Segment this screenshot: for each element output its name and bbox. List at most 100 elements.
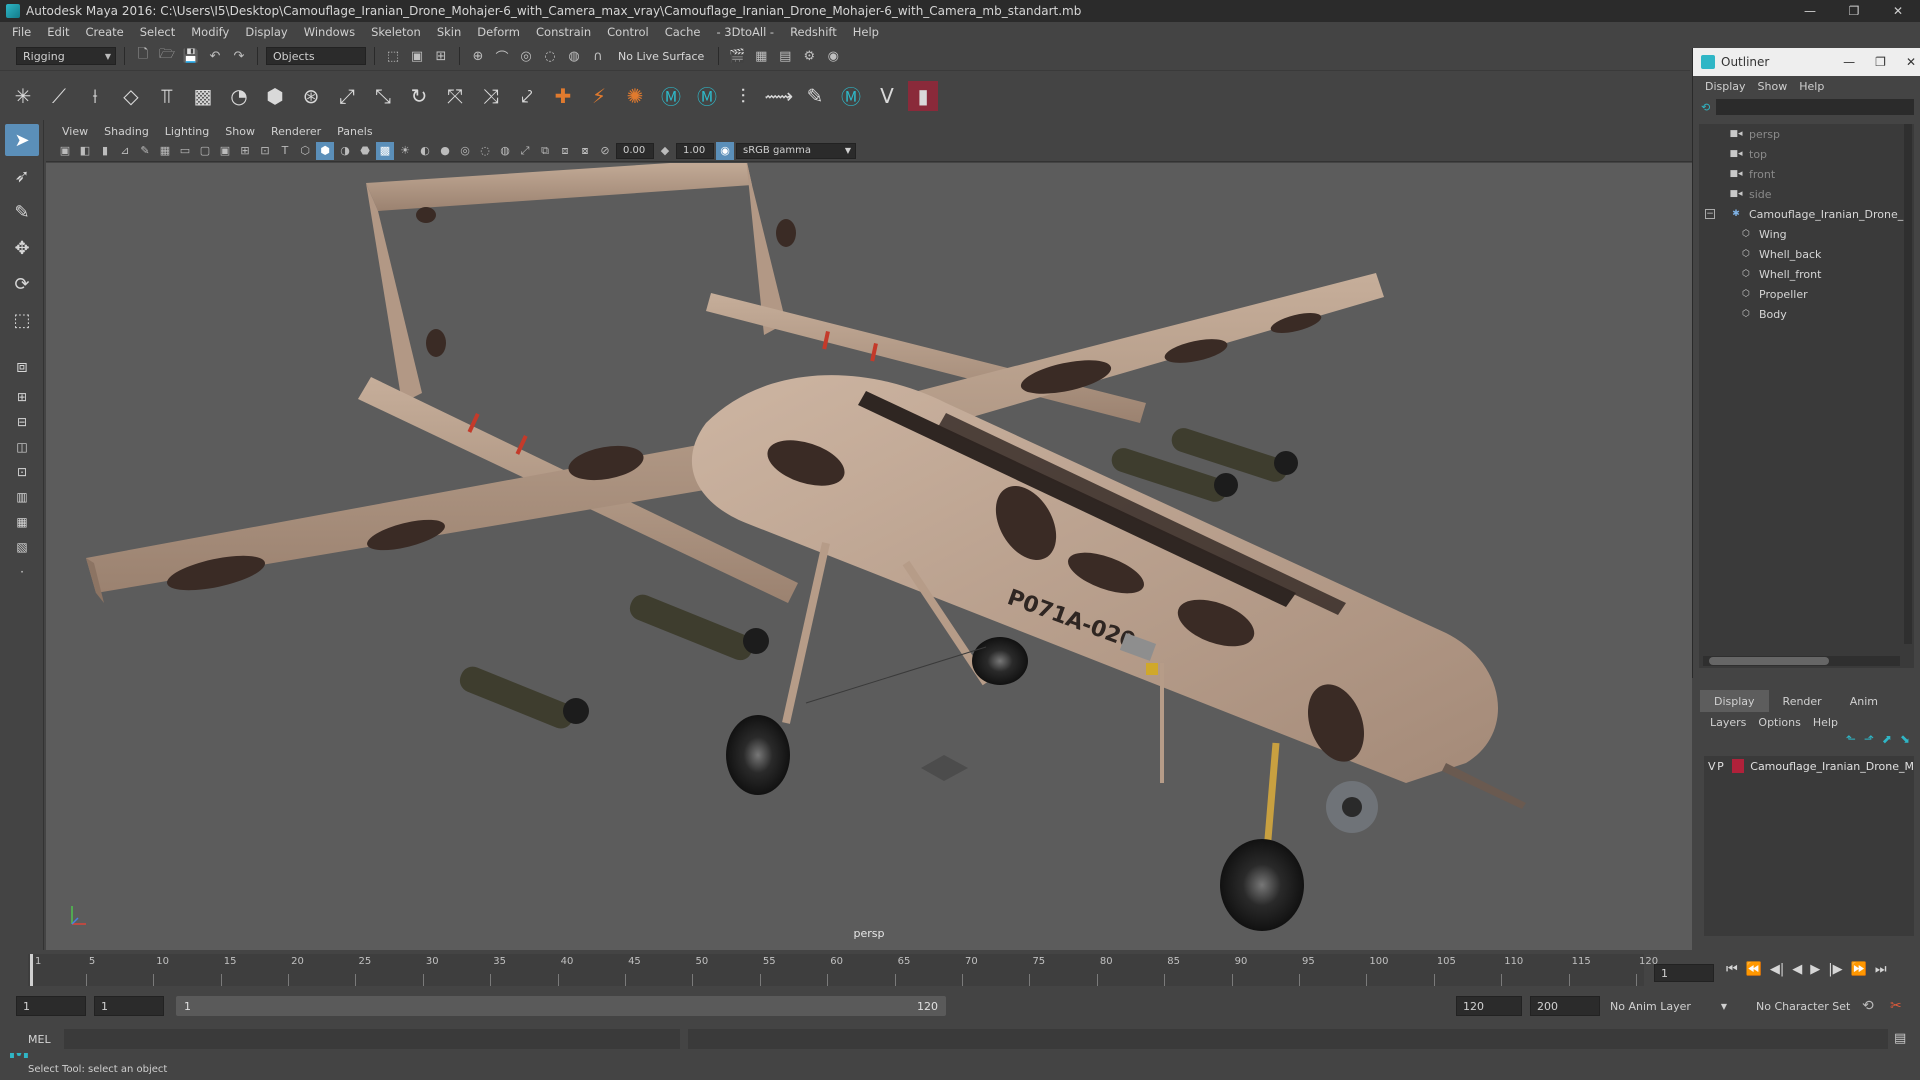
layout-four-icon[interactable]: ⊟ (5, 411, 39, 433)
layout-single-icon[interactable]: ⊞ (5, 386, 39, 408)
ipr-render-icon[interactable]: ▤ (775, 46, 795, 66)
step-forward-key-icon[interactable]: ⏩ (1851, 962, 1867, 977)
go-to-start-icon[interactable]: ⏮ (1726, 962, 1738, 977)
layer-row[interactable]: V P Camouflage_Iranian_Drone_M (1704, 756, 1914, 776)
new-scene-icon[interactable]: 🗋 (133, 46, 153, 66)
select-component-icon[interactable]: ⊞ (431, 46, 451, 66)
tab-render[interactable]: Render (1769, 690, 1836, 712)
use-all-lights-icon[interactable]: ☀ (396, 142, 414, 160)
step-back-key-icon[interactable]: ⏪ (1746, 962, 1762, 977)
anim-prefs-icon[interactable]: ✂ (1890, 996, 1902, 1016)
scale-tool-icon[interactable]: ⬚ (5, 304, 39, 336)
xray-icon[interactable]: ⧉ (536, 142, 554, 160)
layer-menu-help[interactable]: Help (1807, 716, 1844, 729)
bookmark-icon[interactable]: ▮ (96, 142, 114, 160)
outliner-item-whell-front[interactable]: ⬡ Whell_front (1699, 264, 1914, 284)
tab-display[interactable]: Display (1700, 690, 1769, 712)
snap-grid-icon[interactable]: ⊕ (468, 46, 488, 66)
vray-icon[interactable]: V (872, 81, 902, 111)
menu-skin[interactable]: Skin (429, 25, 469, 39)
rotate-tool-icon[interactable]: ⟳ (5, 268, 39, 300)
play-backward-icon[interactable]: ◀ (1792, 962, 1802, 977)
new-layer-selected-icon[interactable]: ⬊ (1900, 732, 1910, 752)
layout-two-side-icon[interactable]: ◫ (5, 436, 39, 458)
move-tool-icon[interactable]: ✥ (5, 232, 39, 264)
mash-icon[interactable]: Ⓜ (836, 81, 866, 111)
vp-menu-lighting[interactable]: Lighting (157, 125, 217, 138)
step-forward-frame-icon[interactable]: |▶ (1828, 962, 1842, 977)
pole-vector-icon[interactable]: ⤦ (512, 81, 542, 111)
parent-constraint-icon[interactable]: ⤨ (476, 81, 506, 111)
lattice-icon[interactable]: ⬢ (260, 81, 290, 111)
outliner-search-input[interactable] (1716, 99, 1914, 115)
collapse-icon[interactable]: · (5, 561, 39, 583)
exposure-field[interactable]: 0.00 (616, 142, 654, 159)
animation-end-field[interactable]: 200 (1530, 996, 1600, 1016)
minimize-button[interactable]: — (1788, 0, 1832, 22)
mirror-joint-icon[interactable]: ⫪ (152, 81, 182, 111)
outliner-item-top[interactable]: ■◂ top (1699, 144, 1914, 164)
outliner-minimize-button[interactable]: — (1843, 55, 1855, 69)
vp-menu-show[interactable]: Show (217, 125, 263, 138)
lasso-tool-icon[interactable]: ➶ (5, 160, 39, 192)
menu-display[interactable]: Display (237, 25, 295, 39)
menu-redshift[interactable]: Redshift (782, 25, 845, 39)
outliner-item-side[interactable]: ■◂ side (1699, 184, 1914, 204)
outliner-vertical-scrollbar[interactable] (1904, 124, 1912, 644)
layer-visibility-toggle[interactable]: V (1708, 760, 1717, 773)
step-back-frame-icon[interactable]: ◀| (1770, 962, 1784, 977)
new-layer-icon[interactable]: ⬈ (1882, 732, 1892, 752)
live-surface-label[interactable]: No Live Surface (612, 50, 710, 63)
collapse-minus-icon[interactable]: − (1705, 209, 1715, 219)
ambient-occlusion-icon[interactable]: ● (436, 142, 454, 160)
layer-menu-options[interactable]: Options (1752, 716, 1806, 729)
effector-icon[interactable]: ✺ (620, 81, 650, 111)
orient-constraint-icon[interactable]: ↻ (404, 81, 434, 111)
layer-color-swatch[interactable] (1732, 759, 1745, 773)
menu-select[interactable]: Select (132, 25, 183, 39)
current-frame-field[interactable]: 1 (1654, 964, 1714, 982)
exposure-icon[interactable]: ⊘ (596, 142, 614, 160)
menu-3dtoall[interactable]: - 3DtoAll - (708, 25, 782, 39)
character-icon[interactable]: Ⓜ (692, 81, 722, 111)
outliner-close-button[interactable]: ✕ (1906, 55, 1916, 69)
xray-components-icon[interactable]: ⧇ (576, 142, 594, 160)
hypershade-icon[interactable]: ◉ (823, 46, 843, 66)
outliner-menu-help[interactable]: Help (1793, 80, 1830, 93)
range-slider-bar[interactable]: 1 120 (176, 996, 946, 1016)
undo-icon[interactable]: ↶ (205, 46, 225, 66)
select-tool-icon[interactable]: ➤ (5, 124, 39, 156)
outliner-item-wing[interactable]: ⬡ Wing (1699, 224, 1914, 244)
anti-alias-icon[interactable]: ◌ (476, 142, 494, 160)
anim-layer-dropdown[interactable]: No Anim Layer ▼ (1610, 996, 1727, 1016)
go-to-end-icon[interactable]: ⏭ (1875, 962, 1887, 977)
layout-hypershade-icon[interactable]: ▧ (5, 536, 39, 558)
image-plane-icon[interactable]: ⊿ (116, 142, 134, 160)
layout-outliner-icon[interactable]: ▥ (5, 486, 39, 508)
layout-graph-icon[interactable]: ▦ (5, 511, 39, 533)
command-input[interactable] (64, 1029, 680, 1049)
bind-skin-icon[interactable]: ▩ (188, 81, 218, 111)
outliner-item-body[interactable]: ⬡ Body (1699, 304, 1914, 324)
menu-deform[interactable]: Deform (469, 25, 528, 39)
menu-file[interactable]: File (4, 25, 39, 39)
outliner-horizontal-scrollbar[interactable] (1703, 656, 1900, 666)
outliner-restore-button[interactable]: ❐ (1875, 55, 1886, 69)
open-scene-icon[interactable]: 🗁 (157, 46, 177, 66)
wireframe-icon[interactable]: ⬡ (296, 142, 314, 160)
sculpt-icon[interactable]: ✎ (800, 81, 830, 111)
command-language-label[interactable]: MEL (28, 1033, 51, 1046)
ik-handle-icon[interactable]: ⟋ (44, 81, 74, 111)
camera-attributes-icon[interactable]: ◧ (76, 142, 94, 160)
grease-pencil-icon[interactable]: ✎ (136, 142, 154, 160)
snap-view-icon[interactable]: ◌ (540, 46, 560, 66)
menu-constrain[interactable]: Constrain (528, 25, 599, 39)
vp-menu-renderer[interactable]: Renderer (263, 125, 329, 138)
gate-mask-icon[interactable]: ▣ (216, 142, 234, 160)
insert-joint-icon[interactable]: ◇ (116, 81, 146, 111)
restore-button[interactable]: ❐ (1832, 0, 1876, 22)
vp-menu-view[interactable]: View (54, 125, 96, 138)
selection-mode-dropdown[interactable]: Objects (266, 47, 366, 65)
safe-action-icon[interactable]: ⊡ (256, 142, 274, 160)
human-ik-icon[interactable]: Ⓜ (656, 81, 686, 111)
